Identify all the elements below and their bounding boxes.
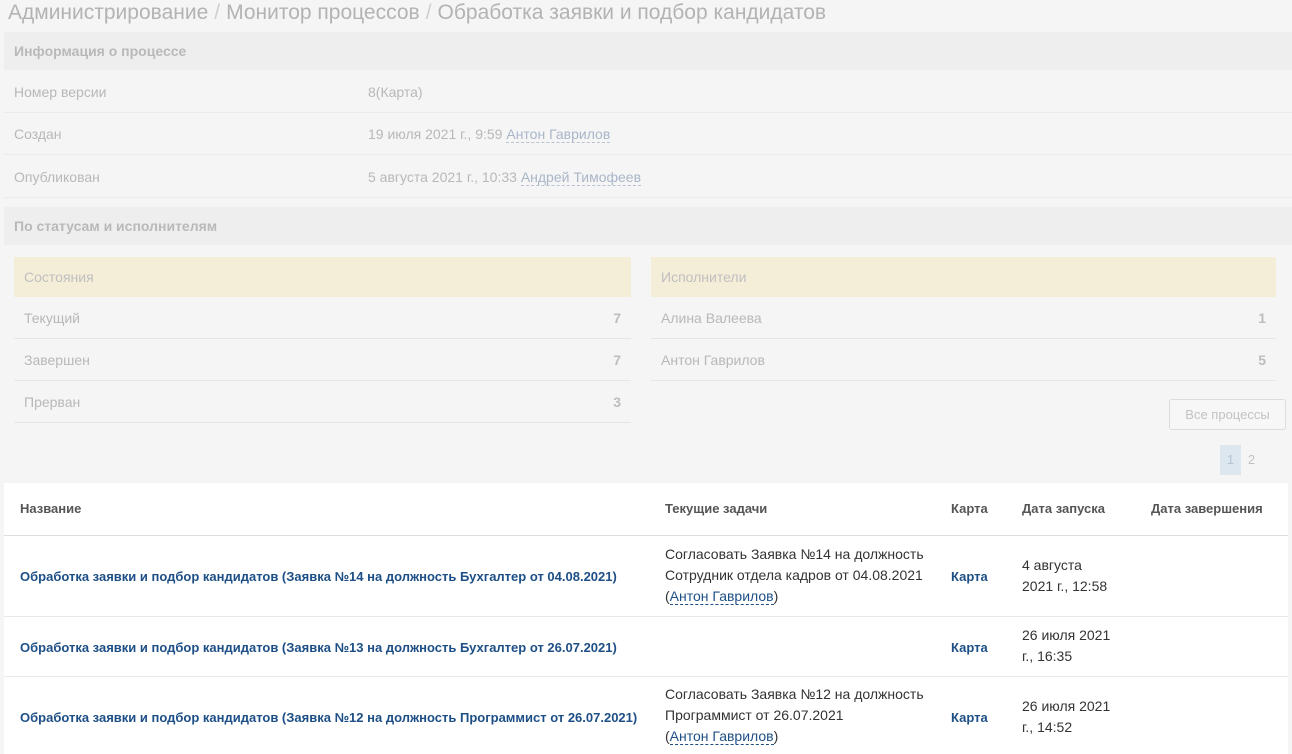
version-value: 8(Карта) [368,84,423,100]
table-row: Обработка заявки и подбор кандидатов (За… [4,536,1288,617]
created-date: 19 июля 2021 г., 9:59 [368,126,503,142]
task-text: Согласовать Заявка №12 на должность [665,686,924,702]
map-link[interactable]: Карта [951,640,988,655]
breadcrumb-item-admin[interactable]: Администрирование [8,1,208,24]
map-link[interactable]: Карта [951,569,988,584]
breadcrumb-item-monitor[interactable]: Монитор процессов [226,1,420,24]
executor-label: Алина Валеева [661,310,762,326]
start-date-line: г., 14:52 [1022,719,1073,735]
task-assignee: (Антон Гаврилов) [665,728,779,745]
pagination: 12 [1220,445,1262,475]
executor-label: Антон Гаврилов [661,352,765,368]
start-date: 4 августа 2021 г., 12:58 [1022,555,1107,597]
executors-header: Исполнители [651,257,1276,297]
page-1-button[interactable]: 1 [1220,445,1241,475]
process-name-link[interactable]: Обработка заявки и подбор кандидатов (За… [20,569,617,584]
state-label: Текущий [24,310,80,326]
task-user-link[interactable]: Антон Гаврилов [669,588,774,605]
states-panel: Состояния Текущий 7 Завершен 7 Прерван 3 [14,257,631,423]
column-header-map: Карта [951,501,988,516]
process-info-header: Информация о процессе [4,32,1292,70]
task-text: Программист от 26.07.2021 [665,707,844,723]
breadcrumb-separator: / [425,1,432,24]
breadcrumb-separator: / [214,1,221,24]
status-section-header: По статусам и исполнителям [4,207,1292,245]
state-label: Завершен [24,352,90,368]
start-date: 26 июля 2021 г., 16:35 [1022,625,1110,667]
created-label: Создан [14,126,62,142]
start-date-line: 2021 г., 12:58 [1022,578,1108,594]
start-date: 26 июля 2021 г., 14:52 [1022,696,1110,738]
published-date: 5 августа 2021 г., 10:33 [368,169,517,185]
processes-table: Название Текущие задачи Карта Дата запус… [4,483,1288,754]
task-user-link[interactable]: Антон Гаврилов [669,728,774,745]
executors-panel: Исполнители Алина Валеева 1 Антон Гаврил… [651,257,1276,381]
breadcrumb: Администрирование / Монитор процессов / Обра… [8,0,826,28]
start-date-line: г., 16:35 [1022,648,1073,664]
start-date-line: 26 июля 2021 [1022,698,1111,714]
task-assignee: (Антон Гаврилов) [665,588,779,605]
info-row-version: Номер версии 8(Карта) [4,71,1292,113]
state-row-interrupted[interactable]: Прерван 3 [14,381,631,423]
created-user-link[interactable]: Антон Гаврилов [506,126,611,143]
current-task: Согласовать Заявка №14 на должность Сотр… [665,544,924,607]
map-link[interactable]: Карта [951,710,988,725]
states-header: Состояния [14,257,631,297]
table-row: Обработка заявки и подбор кандидатов (За… [4,617,1288,677]
executor-row[interactable]: Антон Гаврилов 5 [651,339,1276,381]
published-value: 5 августа 2021 г., 10:33 Андрей Тимофеев [368,156,642,198]
process-name-link[interactable]: Обработка заявки и подбор кандидатов (За… [20,710,637,725]
column-header-name: Название [20,501,82,516]
info-row-created: Создан 19 июля 2021 г., 9:59 Антон Гаври… [4,113,1292,155]
info-row-published: Опубликован 5 августа 2021 г., 10:33 Анд… [4,156,1292,198]
executor-row[interactable]: Алина Валеева 1 [651,297,1276,339]
table-row: Обработка заявки и подбор кандидатов (За… [4,677,1288,754]
page-2-button[interactable]: 2 [1241,445,1262,475]
column-header-tasks: Текущие задачи [665,501,768,516]
published-label: Опубликован [14,169,100,185]
executor-count: 1 [1258,310,1266,326]
state-row-completed[interactable]: Завершен 7 [14,339,631,381]
page-title: Обработка заявки и подбор кандидатов [437,1,827,24]
state-row-current[interactable]: Текущий 7 [14,297,631,339]
current-task: Согласовать Заявка №12 на должность Прог… [665,684,924,747]
state-label: Прерван [24,394,81,410]
executor-count: 5 [1258,352,1266,368]
column-header-start: Дата запуска [1022,501,1105,516]
state-count: 7 [613,352,621,368]
all-processes-button[interactable]: Все процессы [1169,399,1286,430]
task-text: Согласовать Заявка №14 на должность [665,546,924,562]
process-name-link[interactable]: Обработка заявки и подбор кандидатов (За… [20,640,617,655]
published-user-link[interactable]: Андрей Тимофеев [520,169,642,186]
task-text: Сотрудник отдела кадров от 04.08.2021 [665,567,923,583]
state-count: 7 [613,310,621,326]
column-header-end: Дата завершения [1151,501,1263,516]
start-date-line: 4 августа [1022,557,1082,573]
start-date-line: 26 июля 2021 [1022,627,1111,643]
created-value: 19 июля 2021 г., 9:59 Антон Гаврилов [368,113,611,155]
version-label: Номер версии [14,84,107,100]
state-count: 3 [613,394,621,410]
